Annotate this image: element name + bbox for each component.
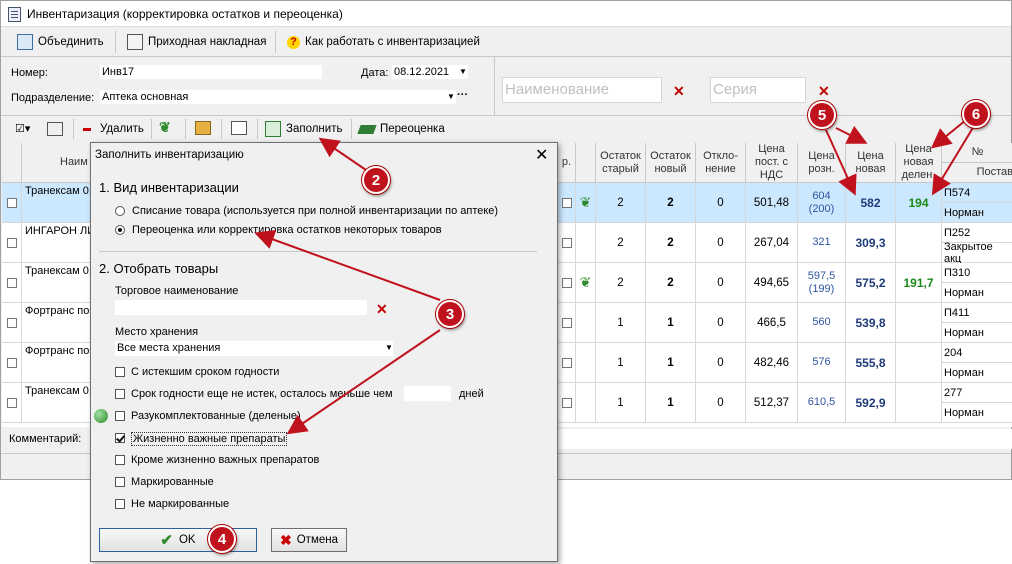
- arrow-3b: [286, 329, 441, 435]
- arrow-6a: [930, 119, 967, 149]
- arrow-5a: [835, 125, 868, 144]
- badge-3: 3: [436, 300, 464, 328]
- badge-5: 5: [808, 101, 836, 129]
- annotation-arrows: [254, 119, 975, 435]
- badge-2: 2: [362, 166, 390, 194]
- arrow-5b: [825, 129, 857, 196]
- arrow-2: [318, 137, 367, 171]
- arrow-3a: [254, 230, 441, 301]
- badge-4: 4: [208, 525, 236, 553]
- arrow-6b: [931, 125, 975, 196]
- badge-6: 6: [962, 100, 990, 128]
